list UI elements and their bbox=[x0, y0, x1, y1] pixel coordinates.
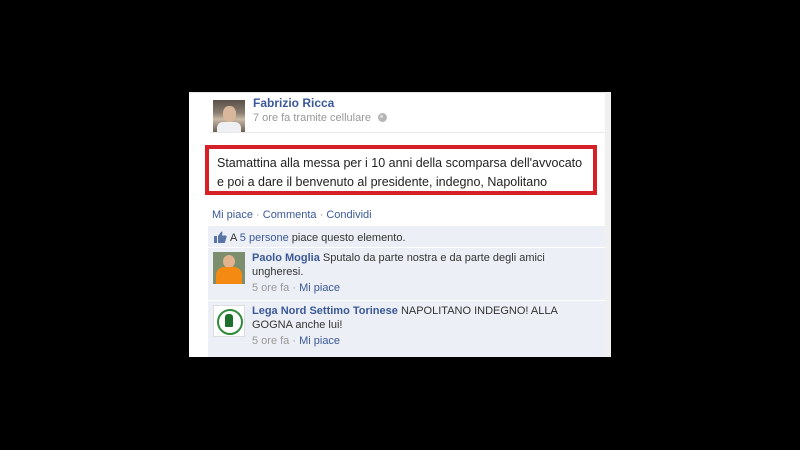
comment-separator: · bbox=[289, 282, 300, 294]
likes-suffix: piace questo elemento. bbox=[288, 232, 406, 244]
scrollbar[interactable] bbox=[605, 92, 611, 357]
post-timestamp[interactable]: 7 ore fa tramite cellulare bbox=[253, 112, 371, 124]
comment-meta: 5 ore fa · Mi piace bbox=[252, 282, 340, 294]
avatar-body bbox=[216, 267, 242, 284]
globe-icon[interactable] bbox=[378, 113, 388, 122]
card-divider bbox=[189, 92, 611, 93]
commenter-avatar[interactable] bbox=[213, 305, 245, 337]
comment-meta: 5 ore fa · Mi piace bbox=[252, 335, 340, 347]
likes-summary: A 5 persone piace questo elemento. bbox=[214, 231, 406, 244]
comment-divider bbox=[208, 300, 605, 301]
author-name[interactable]: Fabrizio Ricca bbox=[253, 96, 334, 110]
status-line-1: Stamattina alla messa per i 10 anni dell… bbox=[217, 156, 583, 170]
comment-body: Lega Nord Settimo Torinese NAPOLITANO IN… bbox=[252, 304, 597, 332]
likes-prefix: A bbox=[230, 232, 240, 244]
post-meta: 7 ore fa tramite cellulare bbox=[253, 112, 388, 124]
comment-like-link[interactable]: Mi piace bbox=[299, 335, 340, 347]
post-actions: Mi piace · Commenta · Condividi bbox=[212, 209, 372, 221]
logo-emblem bbox=[225, 314, 233, 327]
comment-separator: · bbox=[289, 335, 300, 347]
commenter-name[interactable]: Paolo Moglia bbox=[252, 252, 320, 264]
ufi-comments-area: A 5 persone piace questo elemento. Paolo… bbox=[208, 226, 605, 357]
share-link[interactable]: Condividi bbox=[326, 209, 371, 221]
comment-like-link[interactable]: Mi piace bbox=[299, 282, 340, 294]
author-avatar[interactable] bbox=[213, 100, 245, 132]
status-text: Stamattina alla messa per i 10 anni dell… bbox=[217, 154, 597, 192]
status-highlight-box: Stamattina alla messa per i 10 anni dell… bbox=[205, 145, 597, 195]
thumbs-up-icon bbox=[214, 231, 227, 243]
post-card: Fabrizio Ricca 7 ore fa tramite cellular… bbox=[189, 92, 611, 357]
action-separator: · bbox=[252, 209, 263, 221]
comment-time[interactable]: 5 ore fa bbox=[252, 282, 289, 294]
header-divider bbox=[209, 132, 605, 133]
comment-link[interactable]: Commenta bbox=[263, 209, 317, 221]
action-separator: · bbox=[316, 209, 327, 221]
like-link[interactable]: Mi piace bbox=[212, 209, 253, 221]
comment-time[interactable]: 5 ore fa bbox=[252, 335, 289, 347]
status-line-2: e poi a dare il benvenuto al presidente,… bbox=[217, 175, 548, 189]
avatar-face bbox=[223, 106, 236, 122]
avatar-shirt bbox=[217, 122, 241, 132]
comment-divider bbox=[208, 247, 605, 248]
comment-body: Paolo Moglia Sputalo da parte nostra e d… bbox=[252, 251, 597, 279]
commenter-avatar[interactable] bbox=[213, 252, 245, 284]
likes-people-link[interactable]: 5 persone bbox=[240, 232, 289, 244]
commenter-name[interactable]: Lega Nord Settimo Torinese bbox=[252, 305, 398, 317]
